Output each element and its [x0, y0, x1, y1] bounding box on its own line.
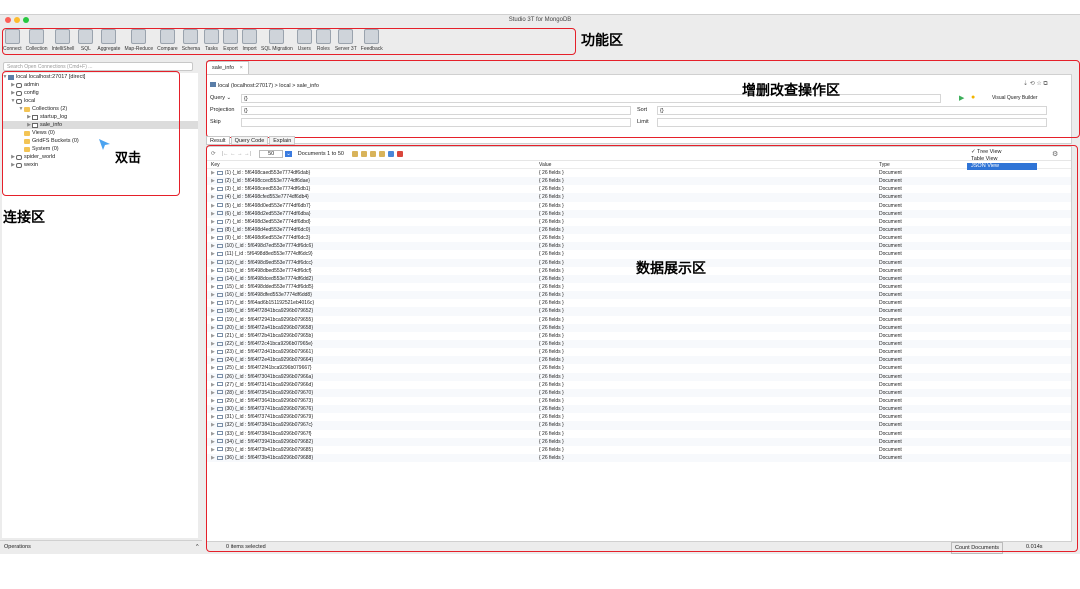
subtab-explain[interactable]: Explain [269, 136, 296, 145]
toolbar-highlight-box [2, 28, 576, 55]
subtab-result[interactable]: Result [206, 136, 230, 145]
subtab-query-code[interactable]: Query Code [230, 136, 269, 145]
query-annotation: 增删改查操作区 [742, 83, 840, 99]
operations-bar[interactable]: Operations ^ [0, 540, 202, 552]
data-highlight-box [206, 145, 1078, 552]
connection-annotation: 连接区 [3, 210, 45, 226]
toolbar-annotation: 功能区 [581, 33, 623, 49]
window-title: Studio 3T for MongoDB [508, 17, 572, 23]
result-subtabs: Result Query Code Explain [206, 136, 296, 145]
chevron-up-icon[interactable]: ^ [196, 541, 199, 553]
dblclick-annotation: 双击 [115, 151, 142, 166]
data-annotation: 数据展示区 [636, 261, 706, 277]
operations-label: Operations [4, 544, 31, 550]
cursor-arrow-icon [99, 139, 110, 150]
query-highlight-box [206, 60, 1080, 138]
connection-search-input[interactable]: Search Open Connections (Cmd+F) ... [3, 62, 193, 71]
connection-highlight-box [2, 71, 180, 196]
